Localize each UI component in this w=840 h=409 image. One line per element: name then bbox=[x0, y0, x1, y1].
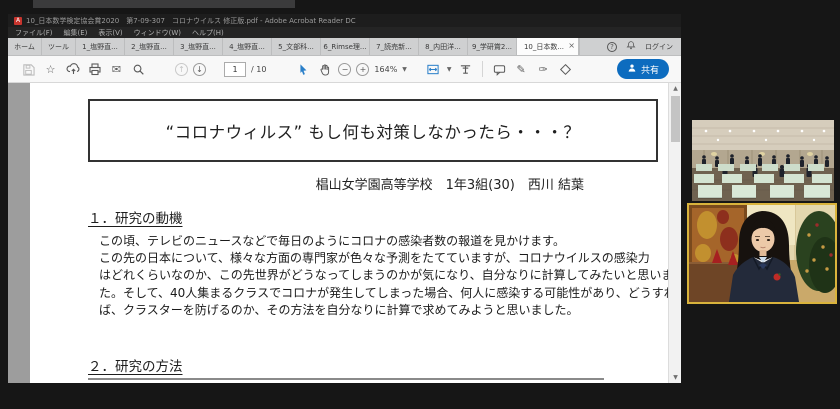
menu-bar: ファイル(F) 編集(E) 表示(V) ウィンドウ(W) ヘルプ(H) bbox=[8, 27, 681, 38]
share-person-icon bbox=[627, 63, 637, 76]
search-icon[interactable] bbox=[130, 61, 147, 78]
previous-page-button[interactable]: ↑ bbox=[175, 63, 188, 76]
presentation-mode-button[interactable] bbox=[457, 61, 474, 78]
tab-doc-3[interactable]: 3_塩野直... bbox=[174, 38, 223, 55]
login-button[interactable]: ログイン bbox=[645, 42, 673, 52]
scroll-down-icon[interactable]: ▼ bbox=[669, 372, 681, 383]
tab-doc-2[interactable]: 2_塩野直... bbox=[125, 38, 174, 55]
close-tab-icon[interactable]: × bbox=[568, 42, 575, 50]
fit-dropdown-caret-icon[interactable]: ▼ bbox=[447, 66, 452, 73]
window-titlebar: A 10_日本数学検定協会賞2020 第7-09-307 コロナウイルス 修正版… bbox=[8, 14, 681, 27]
video-feed-presenter[interactable] bbox=[687, 203, 837, 304]
print-button[interactable] bbox=[86, 61, 103, 78]
section2-heading: ２．研究の方法 bbox=[88, 355, 183, 375]
menu-window[interactable]: ウィンドウ(W) bbox=[134, 28, 181, 38]
acrobat-reader-window: A 10_日本数学検定協会賞2020 第7-09-307 コロナウイルス 修正版… bbox=[8, 14, 681, 383]
selection-tool-button[interactable] bbox=[294, 61, 311, 78]
main-toolbar: ☆ ✉ ↑ ↓ 1 / 10 − + bbox=[8, 56, 681, 83]
menu-edit[interactable]: 編集(E) bbox=[64, 28, 88, 38]
tab-doc-4[interactable]: 4_塩野直... bbox=[223, 38, 272, 55]
page-number-input[interactable]: 1 bbox=[224, 62, 246, 77]
pdf-page: “コロナウィルス” もし何も対策しなかったら・・・？ 椙山女学園高等学校 1年3… bbox=[30, 83, 668, 383]
paragraph-line: この頃、テレビのニュースなどで毎日のようにコロナの感染者数の報道を見かけます。 bbox=[99, 233, 681, 250]
fit-width-button[interactable] bbox=[425, 61, 442, 78]
presenter-scene bbox=[689, 205, 835, 302]
tab-home[interactable]: ホーム bbox=[8, 38, 42, 55]
window-title: 10_日本数学検定協会賞2020 第7-09-307 コロナウイルス 修正版.p… bbox=[26, 16, 356, 26]
email-button[interactable]: ✉ bbox=[108, 61, 125, 78]
fill-and-sign-icon[interactable]: ✑ bbox=[535, 61, 552, 78]
motivation-paragraph: この頃、テレビのニュースなどで毎日のようにコロナの感染者数の報道を見かけます。 … bbox=[99, 233, 681, 319]
video-feed-conference-room[interactable] bbox=[692, 120, 834, 201]
tab-doc-10-label: 10_日本数... bbox=[524, 42, 564, 52]
share-button-label: 共有 bbox=[641, 63, 659, 76]
section1-heading: １．研究の動機 bbox=[88, 207, 183, 227]
tab-doc-1[interactable]: 1_塩野直... bbox=[76, 38, 125, 55]
tab-doc-8[interactable]: 8_内田洋... bbox=[419, 38, 468, 55]
author-line: 椙山女学園高等学校 1年3組(30) 西川 結葉 bbox=[30, 174, 668, 193]
menu-help[interactable]: ヘルプ(H) bbox=[192, 28, 224, 38]
tab-bar: ホーム ツール 1_塩野直... 2_塩野直... 3_塩野直... 4_塩野直… bbox=[8, 38, 681, 56]
tab-doc-10-active[interactable]: 10_日本数... × bbox=[517, 38, 579, 55]
zoom-level-value[interactable]: 164% bbox=[374, 65, 397, 74]
comment-tool-icon[interactable] bbox=[491, 61, 508, 78]
screen-share-top-bar bbox=[33, 0, 295, 8]
stamp-tool-icon[interactable] bbox=[557, 61, 574, 78]
tab-doc-6[interactable]: 6_Rimse理... bbox=[321, 38, 370, 55]
zoom-in-button[interactable]: + bbox=[356, 63, 369, 76]
report-title: “コロナウィルス” もし何も対策しなかったら・・・？ bbox=[166, 119, 581, 143]
cloud-upload-button[interactable] bbox=[64, 61, 81, 78]
vertical-scrollbar[interactable]: ▲ ▼ bbox=[668, 83, 681, 383]
help-icon[interactable]: ? bbox=[607, 42, 617, 52]
hand-tool-button[interactable] bbox=[316, 61, 333, 78]
menu-file[interactable]: ファイル(F) bbox=[15, 28, 53, 38]
conference-room-scene bbox=[692, 120, 834, 201]
scrollbar-thumb[interactable] bbox=[671, 96, 680, 142]
next-page-button[interactable]: ↓ bbox=[193, 63, 206, 76]
paragraph-line: た。そして、40人集まるクラスでコロナが発生してしまった場合、何人に感染する可能… bbox=[99, 285, 681, 302]
share-button[interactable]: 共有 bbox=[617, 59, 669, 79]
pencil-edit-icon[interactable]: ✎ bbox=[513, 61, 530, 78]
document-area: “コロナウィルス” もし何も対策しなかったら・・・？ 椙山女学園高等学校 1年3… bbox=[8, 83, 681, 383]
zoom-out-button[interactable]: − bbox=[338, 63, 351, 76]
save-button[interactable] bbox=[20, 61, 37, 78]
tab-tools[interactable]: ツール bbox=[42, 38, 76, 55]
tab-doc-7[interactable]: 7_読売新... bbox=[370, 38, 419, 55]
zoom-screen-share-view: A 10_日本数学検定協会賞2020 第7-09-307 コロナウイルス 修正版… bbox=[0, 0, 840, 409]
paragraph-line: はどれくらいなのか、この先世界がどうなってしまうのかが気になり、自分なりに計算し… bbox=[99, 267, 681, 284]
acrobat-pdf-icon: A bbox=[14, 17, 22, 25]
page-count-label: / 10 bbox=[251, 65, 266, 74]
menu-view[interactable]: 表示(V) bbox=[98, 28, 122, 38]
tabbar-right-controls: ? ログイン bbox=[579, 38, 681, 55]
bell-icon[interactable] bbox=[626, 40, 636, 53]
tab-doc-9[interactable]: 9_学研賞2... bbox=[468, 38, 517, 55]
report-title-box: “コロナウィルス” もし何も対策しなかったら・・・？ bbox=[88, 99, 658, 162]
tab-doc-5[interactable]: 5_文部科... bbox=[272, 38, 321, 55]
scroll-up-icon[interactable]: ▲ bbox=[669, 83, 681, 94]
next-section-divider bbox=[88, 378, 604, 380]
paragraph-line: この先の日本について、様々な方面の専門家が色々な予測をたてていますが、コロナウイ… bbox=[99, 250, 681, 267]
star-favorite-button[interactable]: ☆ bbox=[42, 61, 59, 78]
zoom-dropdown-caret-icon[interactable]: ▼ bbox=[402, 66, 407, 73]
paragraph-line: ば、クラスターを防げるのか、その方法を自分なりに計算で求めてみようと思いました。 bbox=[99, 302, 681, 319]
